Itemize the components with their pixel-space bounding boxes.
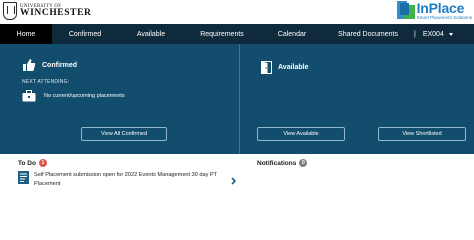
door-icon	[261, 61, 272, 74]
todo-header: To Do 1	[18, 159, 47, 167]
view-shortlisted-button[interactable]: View Shortlisted	[378, 127, 466, 141]
university-logo[interactable]: UNIVERSITY OF WINCHESTER	[3, 2, 91, 20]
next-attending-label: NEXT ATTENDING:	[22, 79, 70, 85]
nav-shared-documents[interactable]: Shared Documents	[324, 24, 412, 44]
todo-title: To Do	[18, 159, 36, 167]
thumbs-up-icon	[23, 59, 36, 71]
available-panel-title: Available	[278, 64, 309, 71]
dashboard-hero: Confirmed NEXT ATTENDING: No current/upc…	[0, 44, 474, 154]
university-name: WINCHESTER	[20, 7, 92, 18]
view-all-confirmed-button[interactable]: View All Confirmed	[81, 127, 167, 141]
nav-available[interactable]: Available	[118, 24, 184, 44]
panel-divider	[239, 44, 240, 154]
brand-tagline: Smart Placement Solutions	[416, 15, 472, 20]
user-label: EX004	[422, 30, 444, 38]
inplace-logo[interactable]: InPlace Smart Placement Solutions	[396, 1, 472, 21]
top-header: UNIVERSITY OF WINCHESTER InPlace Smart P…	[0, 0, 474, 24]
university-crest-icon	[3, 2, 17, 20]
inplace-mark-icon	[396, 1, 415, 19]
user-menu[interactable]: EX004	[423, 31, 453, 38]
nav-calendar[interactable]: Calendar	[260, 24, 324, 44]
no-placements-row: No current/upcoming placements	[22, 90, 125, 102]
todo-item[interactable]: Self Placement submission open for 2022 …	[18, 171, 242, 193]
notifications-header: Notifications 0	[257, 159, 308, 167]
nav-confirmed[interactable]: Confirmed	[52, 24, 118, 44]
no-placements-text: No current/upcoming placements	[44, 93, 125, 99]
chevron-down-icon	[448, 32, 453, 36]
notifications-count-badge: 0	[299, 159, 308, 167]
chevron-right-icon[interactable]	[231, 177, 236, 185]
document-icon	[18, 171, 29, 184]
brand-name: InPlace	[417, 1, 472, 15]
brand-name-in: In	[416, 0, 429, 16]
nav-separator: |	[414, 30, 416, 38]
confirmed-panel-title: Confirmed	[42, 61, 77, 69]
briefcase-icon	[22, 90, 36, 102]
view-available-button[interactable]: View Available	[257, 127, 345, 141]
notifications-title: Notifications	[257, 159, 297, 167]
nav-home[interactable]: Home	[0, 24, 52, 44]
todo-item-text: Self Placement submission open for 2022 …	[34, 172, 218, 187]
confirmed-panel-header: Confirmed	[22, 58, 77, 72]
main-nav: Home Confirmed Available Requirements Ca…	[0, 24, 474, 44]
lower-section: To Do 1 Self Placement submission open f…	[0, 154, 474, 218]
brand-name-place: Place	[428, 0, 465, 16]
todo-count-badge: 1	[38, 159, 47, 167]
available-panel-header: Available	[261, 61, 308, 74]
nav-requirements[interactable]: Requirements	[184, 24, 260, 44]
